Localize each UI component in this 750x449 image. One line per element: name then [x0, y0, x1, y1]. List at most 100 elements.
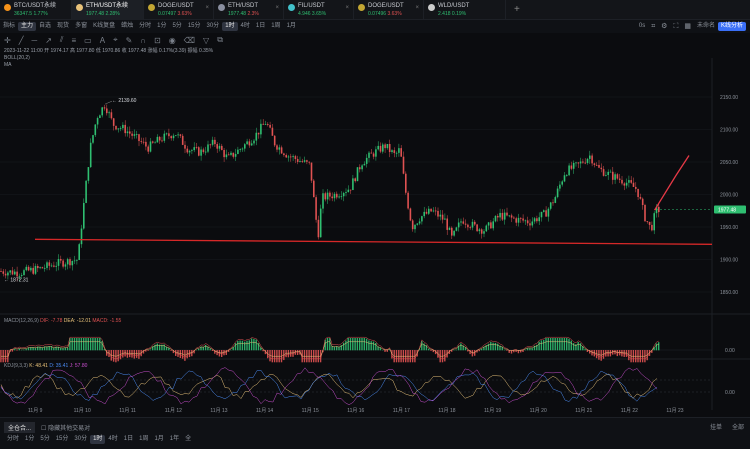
candle-body — [186, 148, 189, 153]
candle-body — [99, 115, 101, 119]
candle-body — [43, 267, 46, 269]
macd-bar — [290, 350, 292, 357]
macd-bar — [30, 347, 32, 351]
macd-bar — [156, 343, 158, 351]
candle-body — [382, 144, 384, 152]
candle-body — [448, 227, 451, 230]
candle-body — [600, 167, 603, 170]
macd-bar — [547, 338, 549, 351]
candle-body — [621, 179, 623, 184]
candle-body — [579, 161, 582, 164]
x-tick-label: 11月 23 — [666, 408, 683, 414]
macd-bar — [248, 340, 250, 351]
x-tick-label: 11月 10 — [74, 408, 91, 414]
macd-bar — [655, 343, 658, 351]
candle-body — [117, 128, 120, 130]
macd-bar — [41, 347, 43, 351]
bottom-interval-30分[interactable]: 30分 — [71, 435, 90, 444]
kdj-j: J: 57.80 — [69, 363, 88, 369]
macd-bar — [480, 348, 483, 351]
candle-body — [264, 124, 267, 125]
bottom-interval-15分[interactable]: 15分 — [53, 435, 72, 444]
candle-body — [609, 171, 612, 173]
bottom-interval-1周[interactable]: 1周 — [136, 435, 151, 444]
candle-body — [356, 167, 359, 182]
support-line — [34, 238, 713, 245]
macd-bar — [460, 343, 462, 351]
macd-dea: DEA: -12.01 — [63, 318, 91, 324]
candle-body — [584, 162, 586, 164]
macd-bar — [287, 350, 290, 358]
candle-body — [214, 139, 216, 145]
macd-bar — [53, 347, 55, 351]
macd-bar — [188, 350, 191, 358]
macd-bar — [241, 340, 244, 351]
candle-body — [165, 133, 168, 135]
all-tab[interactable]: 全部 — [732, 422, 744, 431]
candle-body — [342, 193, 345, 197]
candle-body — [294, 156, 297, 160]
candle-body — [416, 223, 419, 225]
orders-tab[interactable]: 挂单 — [710, 422, 722, 431]
x-tick-label: 11月 9 — [28, 408, 43, 414]
candle-body — [322, 193, 324, 209]
bottom-interval-1年[interactable]: 1年 — [167, 435, 182, 444]
candle-body — [476, 224, 478, 232]
candle-body — [409, 208, 412, 221]
candle-body — [20, 274, 23, 276]
candle-body — [641, 198, 644, 205]
candle-body — [158, 136, 161, 141]
candle-body — [487, 222, 490, 226]
bottom-interval-1分[interactable]: 1分 — [22, 435, 37, 444]
candle-body — [60, 259, 62, 261]
candle-body — [55, 265, 57, 267]
macd-bar — [352, 338, 354, 351]
bottom-interval-全[interactable]: 全 — [182, 435, 194, 444]
candle-body — [25, 266, 28, 271]
high-marker — [104, 100, 113, 105]
candle-body — [39, 267, 41, 269]
candle-body — [177, 134, 179, 136]
macd-bar — [66, 347, 69, 351]
macd-bar — [76, 338, 78, 351]
candle-body — [209, 144, 212, 146]
candle-body — [18, 275, 21, 277]
candle-body — [306, 160, 308, 162]
candle-body — [232, 152, 235, 157]
candle-body — [262, 123, 264, 125]
candle-body — [651, 224, 653, 231]
candle-body — [23, 270, 25, 275]
price-chart[interactable]: 2150.00 2100.00 2050.00 2000.00 1950.00 1900.… — [0, 0, 750, 417]
candle-body — [441, 214, 444, 220]
bottom-interval-1时[interactable]: 1时 — [90, 435, 106, 444]
candle-body — [218, 145, 221, 149]
macd-bar — [658, 342, 660, 351]
hide-others-checkbox[interactable]: ☐ 隐藏其他交易对 — [41, 423, 90, 432]
macd-bar — [73, 338, 76, 351]
candle-body — [191, 150, 193, 151]
candle-body — [423, 211, 425, 217]
candle-body — [480, 229, 483, 234]
macd-bar — [92, 338, 94, 351]
candle-body — [421, 216, 423, 222]
candle-body — [37, 265, 39, 269]
candle-body — [135, 134, 138, 136]
candle-body — [467, 224, 469, 228]
candle-body — [204, 151, 207, 153]
y-tick-label: 1900.00 — [720, 258, 738, 264]
bottom-interval-4时[interactable]: 4时 — [105, 435, 120, 444]
kdj-name: KDJ(9,3,3) — [4, 363, 28, 369]
bottom-interval-5分[interactable]: 5分 — [37, 435, 52, 444]
candle-body — [9, 270, 11, 273]
margin-tab[interactable]: 全仓合... — [4, 422, 36, 433]
candle-body — [577, 162, 580, 164]
bottom-interval-分时[interactable]: 分时 — [4, 435, 22, 444]
macd-bar — [538, 341, 540, 351]
candle-body — [66, 259, 69, 265]
macd-bar — [524, 349, 526, 351]
bottom-interval-1日[interactable]: 1日 — [121, 435, 136, 444]
candle-body — [414, 224, 416, 230]
bottom-interval-1月[interactable]: 1月 — [151, 435, 166, 444]
macd-bar — [497, 343, 499, 351]
candle-body — [87, 167, 90, 181]
